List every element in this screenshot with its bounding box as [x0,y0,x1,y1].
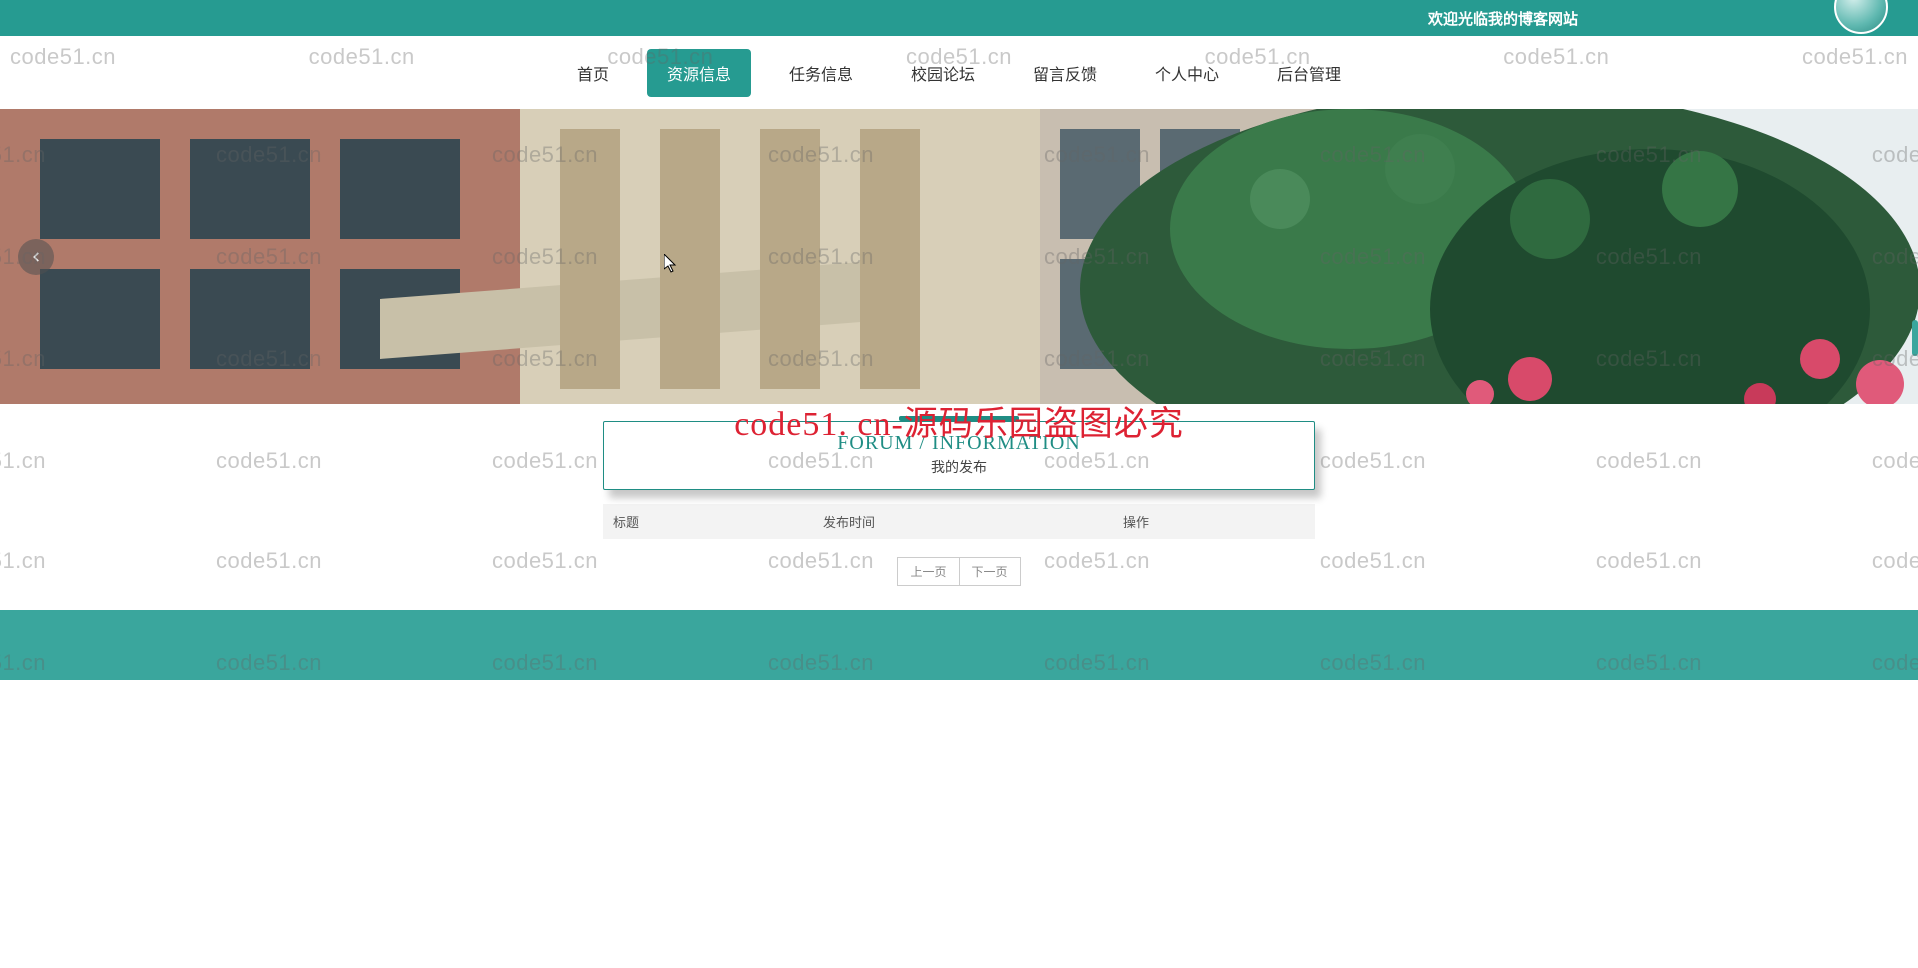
prev-page-button[interactable]: 上一页 [897,557,959,586]
scrollbar-thumb[interactable] [1912,320,1918,356]
table-header-row: 标题 发布时间 操作 [603,504,1315,539]
nav-tasks[interactable]: 任务信息 [769,49,873,97]
nav-resources[interactable]: 资源信息 [647,49,751,97]
chevron-left-icon [29,250,43,264]
column-operation: 操作 [1123,512,1305,531]
main-nav: 首页 资源信息 任务信息 校园论坛 留言反馈 个人中心 后台管理 [0,36,1918,109]
nav-admin[interactable]: 后台管理 [1257,49,1361,97]
nav-profile[interactable]: 个人中心 [1135,49,1239,97]
anti-steal-overlay: code51. cn-源码乐园盗图必究 [734,396,1184,445]
column-time: 发布时间 [823,512,1123,531]
pagination: 上一页 下一页 [603,557,1315,586]
next-page-button[interactable]: 下一页 [960,557,1021,586]
footer-band [0,610,1918,680]
hero-banner [0,109,1918,404]
nav-forum[interactable]: 校园论坛 [891,49,995,97]
topbar: 欢迎光临我的博客网站 [0,0,1918,36]
carousel-prev-button[interactable] [18,239,54,275]
nav-feedback[interactable]: 留言反馈 [1013,49,1117,97]
column-title: 标题 [613,512,823,531]
welcome-text: 欢迎光临我的博客网站 [1428,8,1578,29]
panel-title-cn: 我的发布 [604,457,1314,477]
nav-home[interactable]: 首页 [557,49,629,97]
avatar[interactable] [1834,0,1888,34]
